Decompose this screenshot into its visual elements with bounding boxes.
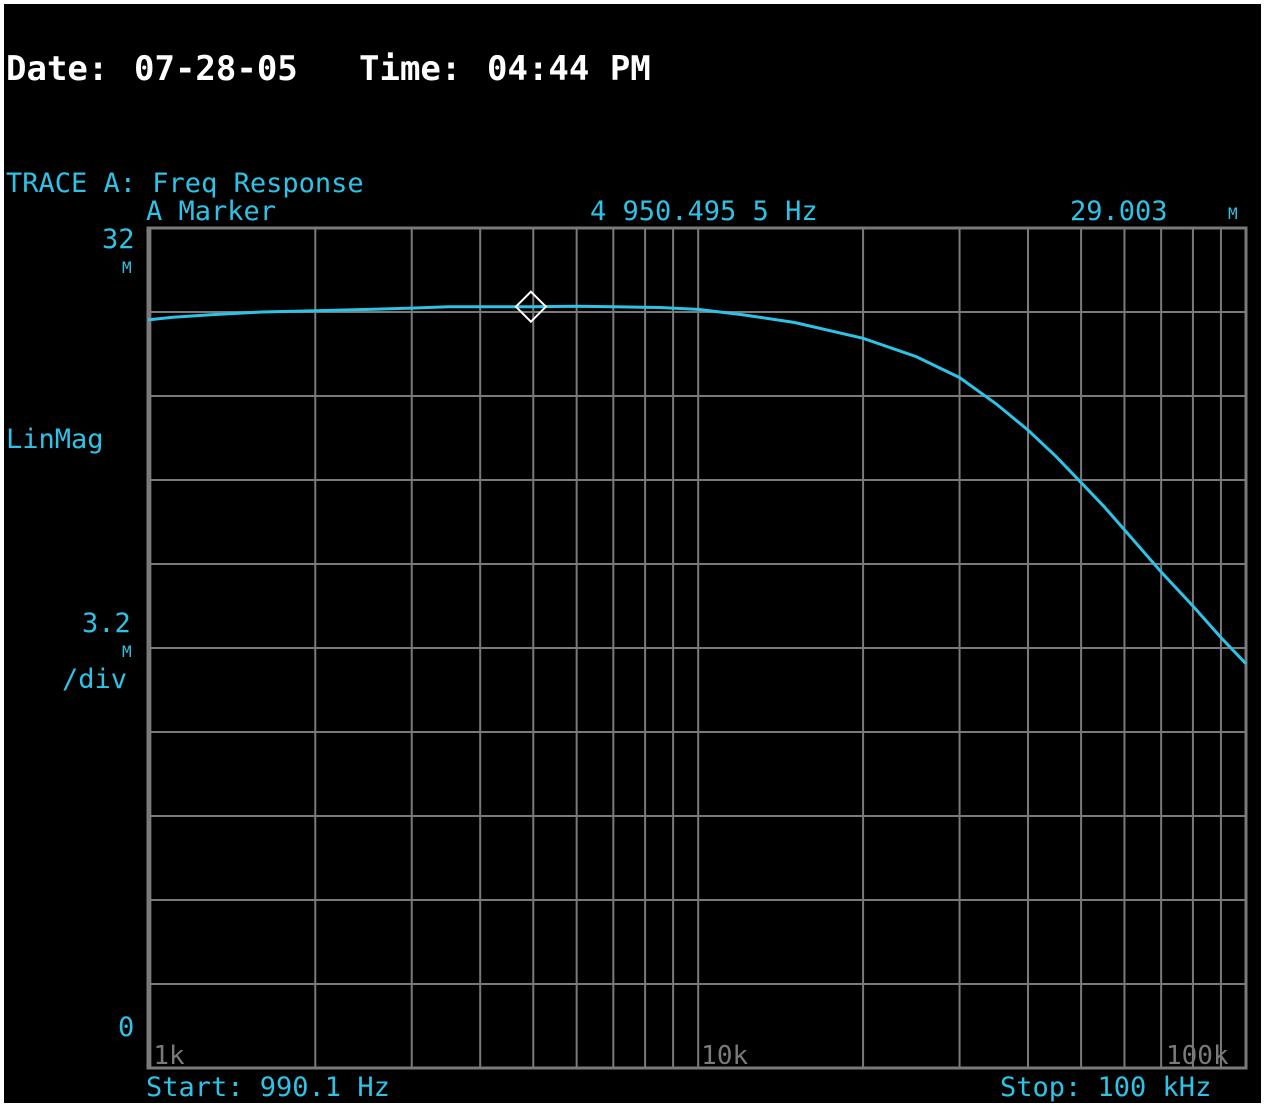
freq-response-chart: 1k 10k 100k	[146, 226, 1248, 1071]
x-tick-label: 10k	[701, 1041, 748, 1071]
analyzer-screen: Date: 07-28-05 Time: 04:44 PM TRACE A: F…	[4, 4, 1261, 1103]
x-tick-label: 1k	[153, 1041, 185, 1071]
x-tick-label: 100k	[1166, 1041, 1229, 1071]
